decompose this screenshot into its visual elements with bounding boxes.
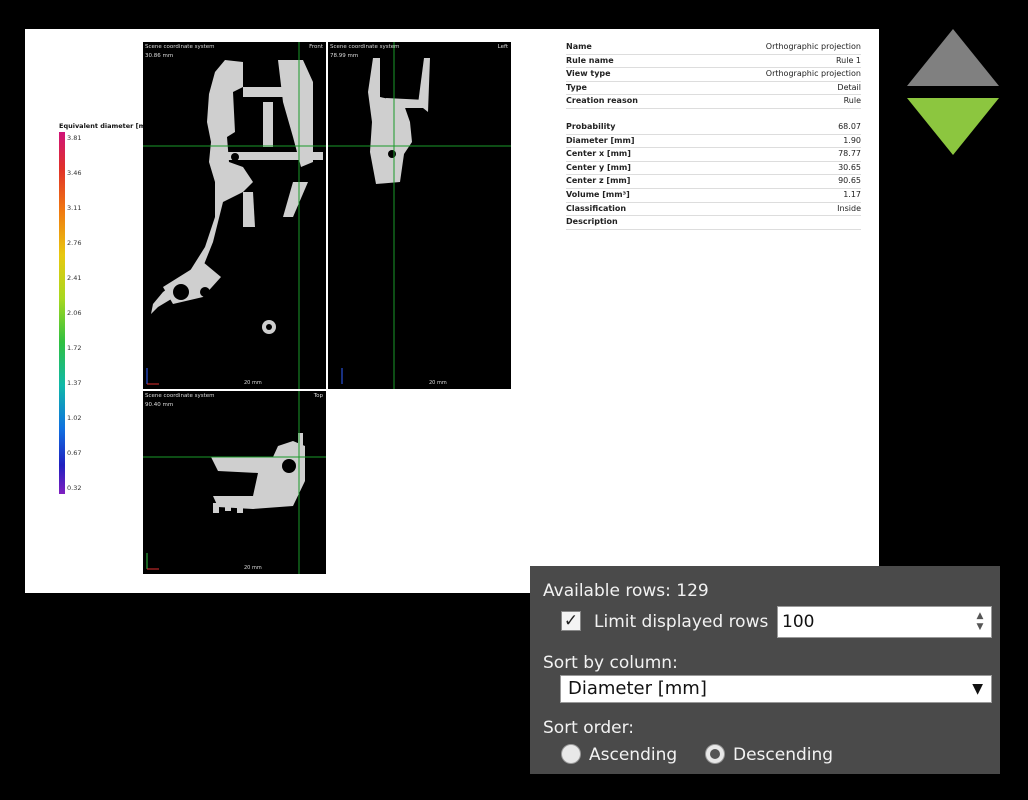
property-row: View type Orthographic projection: [566, 68, 861, 82]
left-view-scale: 20 mm: [429, 380, 447, 386]
available-rows-label: Available rows: 129: [543, 581, 709, 601]
property-value: 90.65: [838, 176, 861, 186]
spin-arrows-icon[interactable]: ▲ ▼: [973, 611, 987, 633]
property-key: Classification: [566, 203, 627, 213]
properties-table: Name Orthographic projection Rule name Rule…: [566, 41, 861, 230]
property-row: Creation reason Rule: [566, 95, 861, 109]
chevron-down-icon: ▼: [972, 681, 983, 697]
legend-tick: 3.81: [67, 134, 82, 142]
property-row: Volume [mm³] 1.17: [566, 189, 861, 203]
legend-tick: 2.41: [67, 274, 82, 282]
property-row: Center y [mm] 30.65: [566, 162, 861, 176]
limit-rows-spinbox[interactable]: 100 ▲ ▼: [777, 606, 992, 638]
front-view[interactable]: Scene coordinate system 30.86 mm Front 2…: [143, 42, 326, 389]
property-row: Probability 68.07: [566, 121, 861, 135]
sort-order-label: Sort order:: [543, 718, 635, 738]
top-view-direction: Top: [313, 393, 323, 399]
top-view-depth: 90.40 mm: [145, 402, 174, 408]
property-key: Volume [mm³]: [566, 189, 630, 199]
property-key: Description: [566, 217, 618, 227]
front-view-image: [143, 42, 326, 389]
property-key: Center x [mm]: [566, 149, 631, 159]
property-value: Orthographic projection: [765, 69, 861, 79]
top-view-image: [143, 391, 326, 574]
property-key: Center z [mm]: [566, 176, 631, 186]
top-view-scale: 20 mm: [244, 565, 262, 571]
left-view-direction: Left: [497, 44, 508, 50]
property-value: Orthographic projection: [765, 42, 861, 51]
legend-tick: 1.37: [67, 379, 82, 387]
property-value: Rule 1: [835, 55, 861, 65]
left-view-title: Scene coordinate system: [330, 44, 400, 50]
property-key: Center y [mm]: [566, 162, 631, 172]
legend-tick: 2.06: [67, 309, 82, 317]
property-value: 30.65: [838, 162, 861, 172]
property-row: Description: [566, 216, 861, 230]
ascending-label: Ascending: [589, 745, 678, 765]
descending-label: Descending: [733, 745, 834, 765]
property-value: 1.17: [843, 189, 861, 199]
limit-rows-label: Limit displayed rows: [594, 612, 769, 632]
property-key: Name: [566, 42, 592, 51]
property-row: Type Detail: [566, 82, 861, 96]
front-view-scale: 20 mm: [244, 380, 262, 386]
front-view-depth: 30.86 mm: [145, 53, 174, 59]
front-view-direction: Front: [309, 44, 323, 50]
property-value: 1.90: [843, 135, 861, 145]
property-row: Classification Inside: [566, 203, 861, 217]
property-key: Diameter [mm]: [566, 135, 635, 145]
property-row: Name Orthographic projection: [566, 41, 861, 55]
sort-column-value: Diameter [mm]: [568, 678, 707, 699]
legend-tick: 3.11: [67, 204, 82, 212]
property-row: Center x [mm] 78.77: [566, 148, 861, 162]
property-value: 78.77: [838, 149, 861, 159]
property-key: View type: [566, 69, 611, 79]
left-view-depth: 78.99 mm: [330, 53, 359, 59]
property-row: Diameter [mm] 1.90: [566, 135, 861, 149]
left-view-image: [328, 42, 511, 389]
triangle-up-icon[interactable]: [907, 29, 1000, 87]
legend-tick: 3.46: [67, 169, 82, 177]
top-view-title: Scene coordinate system: [145, 393, 215, 399]
legend-tick: 2.76: [67, 239, 82, 247]
left-view[interactable]: Scene coordinate system 78.99 mm Left 20…: [328, 42, 511, 389]
property-key: Creation reason: [566, 96, 638, 106]
ascending-radio[interactable]: [561, 744, 581, 764]
sort-column-select[interactable]: Diameter [mm] ▼: [560, 675, 992, 703]
property-value: Detail: [837, 82, 861, 92]
legend-tick: 1.02: [67, 414, 82, 422]
settings-panel: Available rows: 129 ✓ Limit displayed ro…: [530, 566, 1000, 774]
property-key: Probability: [566, 121, 616, 131]
property-key: Rule name: [566, 55, 614, 65]
property-row: Center z [mm] 90.65: [566, 175, 861, 189]
legend-title: Equivalent diameter [mm]: [59, 122, 156, 130]
property-value: 68.07: [838, 121, 861, 131]
sort-by-label: Sort by column:: [543, 653, 678, 673]
color-scale-bar: [59, 132, 65, 494]
legend-tick: 0.67: [67, 449, 82, 457]
property-value: Rule: [843, 96, 861, 106]
front-view-title: Scene coordinate system: [145, 44, 215, 50]
triangle-down-icon[interactable]: [907, 98, 1000, 156]
top-view[interactable]: Scene coordinate system 90.40 mm Top 20 …: [143, 391, 326, 574]
limit-rows-checkbox[interactable]: ✓: [561, 611, 581, 631]
limit-rows-value: 100: [782, 612, 815, 632]
property-row: Rule name Rule 1: [566, 55, 861, 69]
property-key: Type: [566, 82, 587, 92]
property-value: Inside: [837, 203, 861, 213]
descending-radio[interactable]: [705, 744, 725, 764]
legend-tick: 0.32: [67, 484, 82, 492]
legend-tick: 1.72: [67, 344, 82, 352]
